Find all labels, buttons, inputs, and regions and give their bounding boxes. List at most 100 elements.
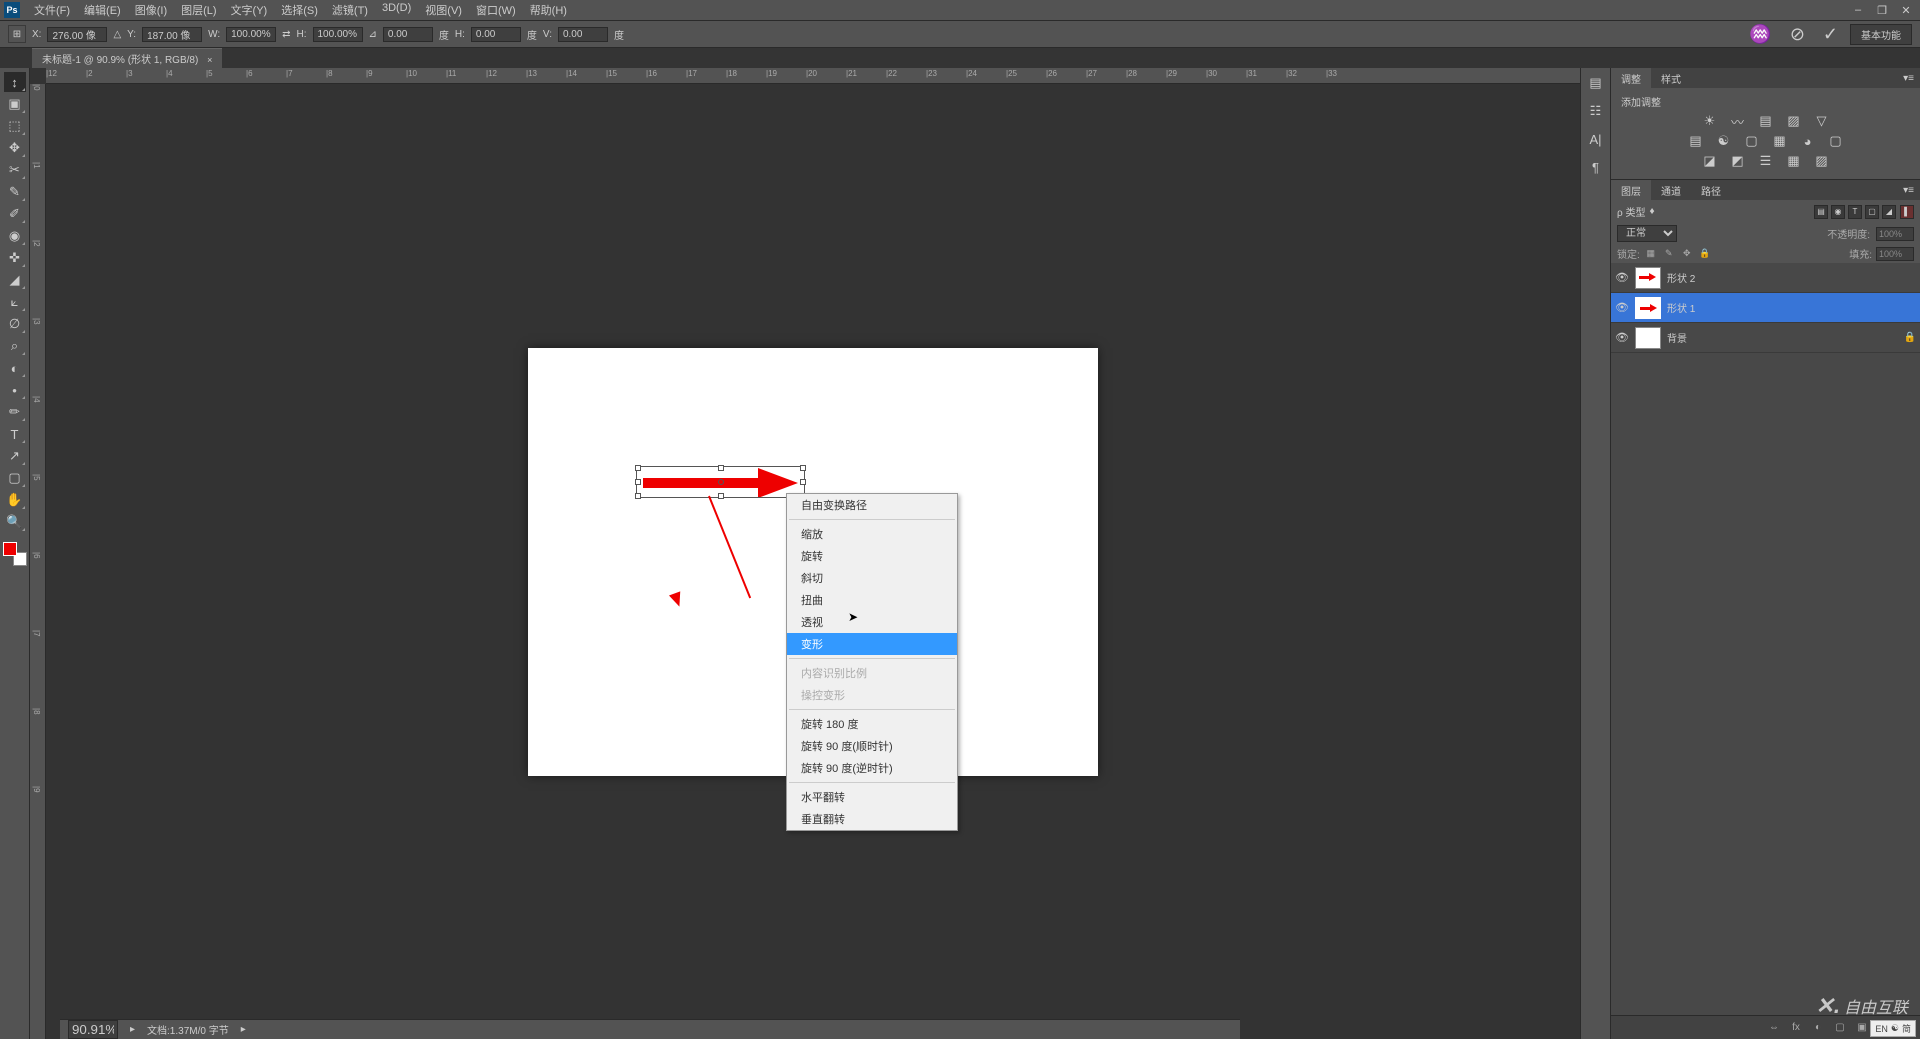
menu-item[interactable]: 编辑(E) [78,0,127,20]
layer-filter-icon[interactable]: ▢ [1865,205,1879,219]
y-input[interactable] [142,27,202,42]
menu-item[interactable]: 文件(F) [28,0,76,20]
mini-icon[interactable]: ¶ [1586,158,1606,176]
layer-item[interactable]: 👁形状 1 [1611,293,1920,323]
opacity-input[interactable] [1876,227,1914,241]
tab-adjust[interactable]: 调整 [1611,68,1651,89]
layer-footer-icon[interactable]: ⇔ [1766,1020,1782,1036]
tool[interactable]: ✂ [4,160,26,180]
adjust-icon[interactable]: ◩ [1728,153,1748,169]
lock-icon[interactable]: ✥ [1680,247,1694,261]
layers-menu-icon[interactable]: ▾≡ [1897,185,1920,196]
adjust-icon[interactable]: ▦ [1770,133,1790,149]
tool[interactable]: ✥ [4,138,26,158]
adjust-icon[interactable]: ▤ [1686,133,1706,149]
tool[interactable]: ⌕ [4,336,26,356]
context-menu-item[interactable]: 旋转 180 度 [787,713,957,735]
menu-item[interactable]: 视图(V) [419,0,468,20]
tool[interactable]: ▢ [4,468,26,488]
adjust-icon[interactable]: ◪ [1700,153,1720,169]
tab-channels[interactable]: 通道 [1651,180,1691,201]
tab-styles[interactable]: 样式 [1651,68,1691,89]
context-menu-item[interactable]: 垂直翻转 [787,808,957,830]
adjust-icon[interactable]: ▨ [1784,113,1804,129]
tool[interactable]: ↕ [4,72,26,92]
zoom-input[interactable] [68,1020,118,1039]
maximize-button[interactable]: ❐ [1872,3,1892,17]
adjust-icon[interactable]: ☀ [1700,113,1720,129]
shape-arrow[interactable] [638,468,803,496]
panel-menu-icon[interactable]: ▾≡ [1897,73,1920,84]
transform-center[interactable] [718,479,724,485]
layer-footer-icon[interactable]: ▣ [1854,1020,1870,1036]
adjust-icon[interactable]: ☯ [1714,133,1734,149]
handle-bottom-left[interactable] [635,493,641,499]
adjust-icon[interactable]: ▨ [1812,153,1832,169]
layer-footer-icon[interactable]: ▢ [1832,1020,1848,1036]
handle-mid-right[interactable] [800,479,806,485]
cancel-transform-icon[interactable]: ⊘ [1784,24,1811,45]
tool[interactable]: ◢ [4,270,26,290]
mini-icon[interactable]: ▤ [1586,74,1606,92]
x-input[interactable] [47,27,107,42]
context-menu-item[interactable]: 旋转 90 度(逆时针) [787,757,957,779]
lock-icon[interactable]: ✎ [1662,247,1676,261]
context-menu-item[interactable]: 变形 [787,633,957,655]
blend-mode-select[interactable]: 正常 [1617,225,1677,242]
color-swatches[interactable] [3,542,27,566]
adjust-icon[interactable]: ▢ [1742,133,1762,149]
filter-toggle[interactable]: ▌ [1900,205,1914,219]
confirm-transform-icon[interactable]: ✓ [1817,24,1844,45]
context-menu-item[interactable]: 扭曲 [787,589,957,611]
layer-filter-icon[interactable]: ▤ [1814,205,1828,219]
fill-input[interactable] [1876,247,1914,261]
tool[interactable]: ◉ [4,226,26,246]
menu-item[interactable]: 文字(Y) [225,0,274,20]
menu-item[interactable]: 图像(I) [129,0,173,20]
mini-icon[interactable]: ☷ [1586,102,1606,120]
context-menu-item[interactable]: 旋转 [787,545,957,567]
document-tab[interactable]: 未标题-1 @ 90.9% (形状 1, RGB/8) × [32,48,222,68]
layer-filter-icon[interactable]: T [1848,205,1862,219]
layer-footer-icon[interactable]: fx [1788,1020,1804,1036]
workspace-button[interactable]: 基本功能 [1850,24,1912,45]
layer-filter-icon[interactable]: ◉ [1831,205,1845,219]
handle-mid-left[interactable] [635,479,641,485]
canvas[interactable]: 自由变换路径缩放旋转斜切扭曲透视变形内容识别比例操控变形旋转 180 度旋转 9… [528,348,1098,776]
adjust-icon[interactable]: ▦ [1784,153,1804,169]
transform-reference-icon[interactable]: ⊞ [8,25,26,43]
width-input[interactable] [226,27,276,42]
layer-item[interactable]: 👁形状 2 [1611,263,1920,293]
adjust-icon[interactable]: 〰 [1728,113,1748,129]
height-input[interactable] [313,27,363,42]
handle-top-center[interactable] [718,465,724,471]
adjust-icon[interactable]: ▢ [1826,133,1846,149]
tool[interactable]: ↗ [4,446,26,466]
link-icon[interactable]: ⇄ [282,29,290,40]
menu-item[interactable]: 图层(L) [175,0,222,20]
mini-icon[interactable]: A| [1586,130,1606,148]
tool[interactable]: ✋ [4,490,26,510]
hskew-input[interactable] [471,27,521,42]
visibility-icon[interactable]: 👁 [1615,331,1629,344]
close-document-icon[interactable]: × [207,55,212,65]
menu-item[interactable]: 选择(S) [275,0,324,20]
menu-item[interactable]: 3D(D) [376,0,417,20]
warp-mode-icon[interactable]: ♒ [1743,24,1777,45]
layer-item[interactable]: 👁背景🔒 [1611,323,1920,353]
handle-top-right[interactable] [800,465,806,471]
tool[interactable]: ⬚ [4,116,26,136]
tool[interactable]: 🔍 [4,512,26,532]
lock-icon[interactable]: ▦ [1644,247,1658,261]
tab-paths[interactable]: 路径 [1691,180,1731,201]
ime-indicator[interactable]: EN☯简 [1870,1020,1916,1037]
adjust-icon[interactable]: ▤ [1756,113,1776,129]
tool[interactable]: T [4,424,26,444]
tool[interactable]: ∅ [4,314,26,334]
context-menu-item[interactable]: 旋转 90 度(顺时针) [787,735,957,757]
tool[interactable]: ✏ [4,402,26,422]
adjust-icon[interactable]: ▽ [1812,113,1832,129]
handle-top-left[interactable] [635,465,641,471]
vskew-input[interactable] [558,27,608,42]
menu-item[interactable]: 滤镜(T) [326,0,374,20]
